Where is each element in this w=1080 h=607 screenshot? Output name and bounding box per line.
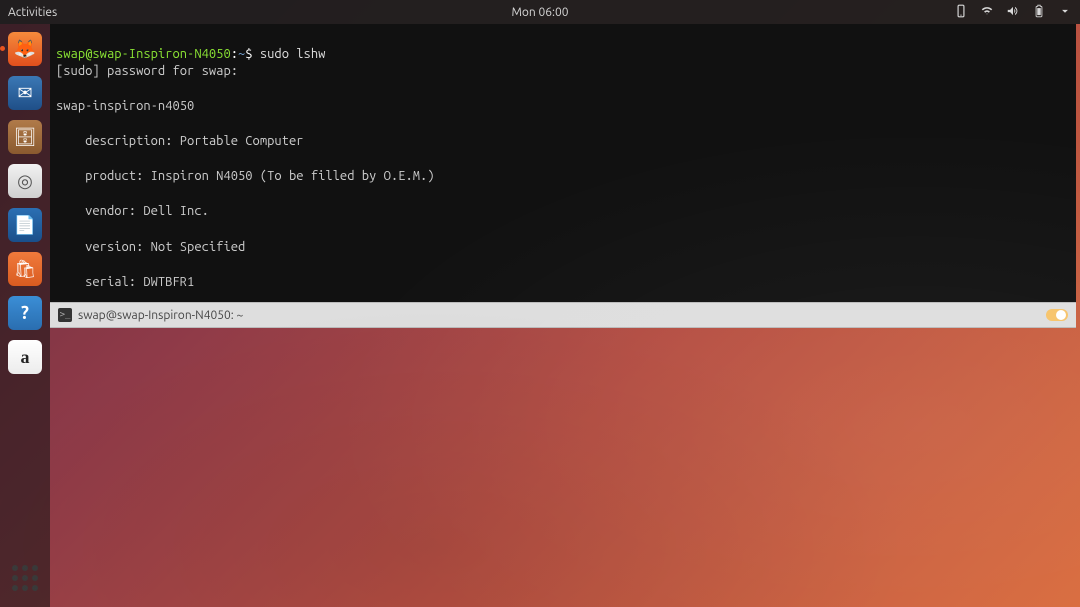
dock: 🦊 ✉ 🗄 ◎ 📄 🛍 ? a <box>0 24 50 607</box>
volume-icon[interactable] <box>1006 4 1020 21</box>
activities-button[interactable]: Activities <box>8 6 57 19</box>
phone-icon[interactable] <box>954 4 968 21</box>
chevron-down-icon[interactable] <box>1058 4 1072 21</box>
help-icon: ? <box>8 296 42 330</box>
terminal-output-line: description: Portable Computer <box>56 133 1070 151</box>
dock-libreoffice-writer[interactable]: 📄 <box>6 206 44 244</box>
terminal-output-line: product: Inspiron N4050 (To be filled by… <box>56 168 1070 186</box>
workspace: swap@swap-Inspiron-N4050:~$ sudo lshw [s… <box>50 24 1076 607</box>
dock-software[interactable]: 🛍 <box>6 250 44 288</box>
battery-icon[interactable] <box>1032 4 1046 21</box>
dock-files[interactable]: 🗄 <box>6 118 44 156</box>
terminal-icon: >_ <box>58 308 72 322</box>
dock-firefox[interactable]: 🦊 <box>6 30 44 68</box>
network-icon[interactable] <box>980 4 994 21</box>
top-bar: Activities Mon 06:00 <box>0 0 1080 24</box>
amazon-icon: a <box>8 340 42 374</box>
toggle-switch[interactable] <box>1046 309 1068 321</box>
system-tray[interactable] <box>954 4 1072 21</box>
window-title: swap@swap-Inspiron-N4050: ~ <box>78 309 243 322</box>
writer-icon: 📄 <box>8 208 42 242</box>
terminal-output-line: version: Not Specified <box>56 239 1070 257</box>
firefox-icon: 🦊 <box>8 32 42 66</box>
terminal[interactable]: swap@swap-Inspiron-N4050:~$ sudo lshw [s… <box>50 24 1076 302</box>
terminal-command: sudo lshw <box>260 47 326 61</box>
terminal-prompt-symbol: $ <box>245 47 252 61</box>
dock-rhythmbox[interactable]: ◎ <box>6 162 44 200</box>
terminal-output-line: serial: DWTBFR1 <box>56 274 1070 292</box>
files-icon: 🗄 <box>8 120 42 154</box>
dock-amazon[interactable]: a <box>6 338 44 376</box>
terminal-output-line: vendor: Dell Inc. <box>56 203 1070 221</box>
show-applications-button[interactable] <box>6 559 44 597</box>
dock-thunderbird[interactable]: ✉ <box>6 74 44 112</box>
terminal-prompt-userhost: swap@swap-Inspiron-N4050 <box>56 47 231 61</box>
terminal-prompt-sep: : <box>231 47 238 61</box>
software-icon: 🛍 <box>8 252 42 286</box>
thunderbird-icon: ✉ <box>8 76 42 110</box>
rhythmbox-icon: ◎ <box>8 164 42 198</box>
window-titlebar[interactable]: >_ swap@swap-Inspiron-N4050: ~ <box>50 302 1076 328</box>
terminal-output-line: [sudo] password for swap: <box>56 63 1070 81</box>
dock-help[interactable]: ? <box>6 294 44 332</box>
terminal-output-line: swap-inspiron-n4050 <box>56 98 1070 116</box>
clock[interactable]: Mon 06:00 <box>511 6 568 19</box>
